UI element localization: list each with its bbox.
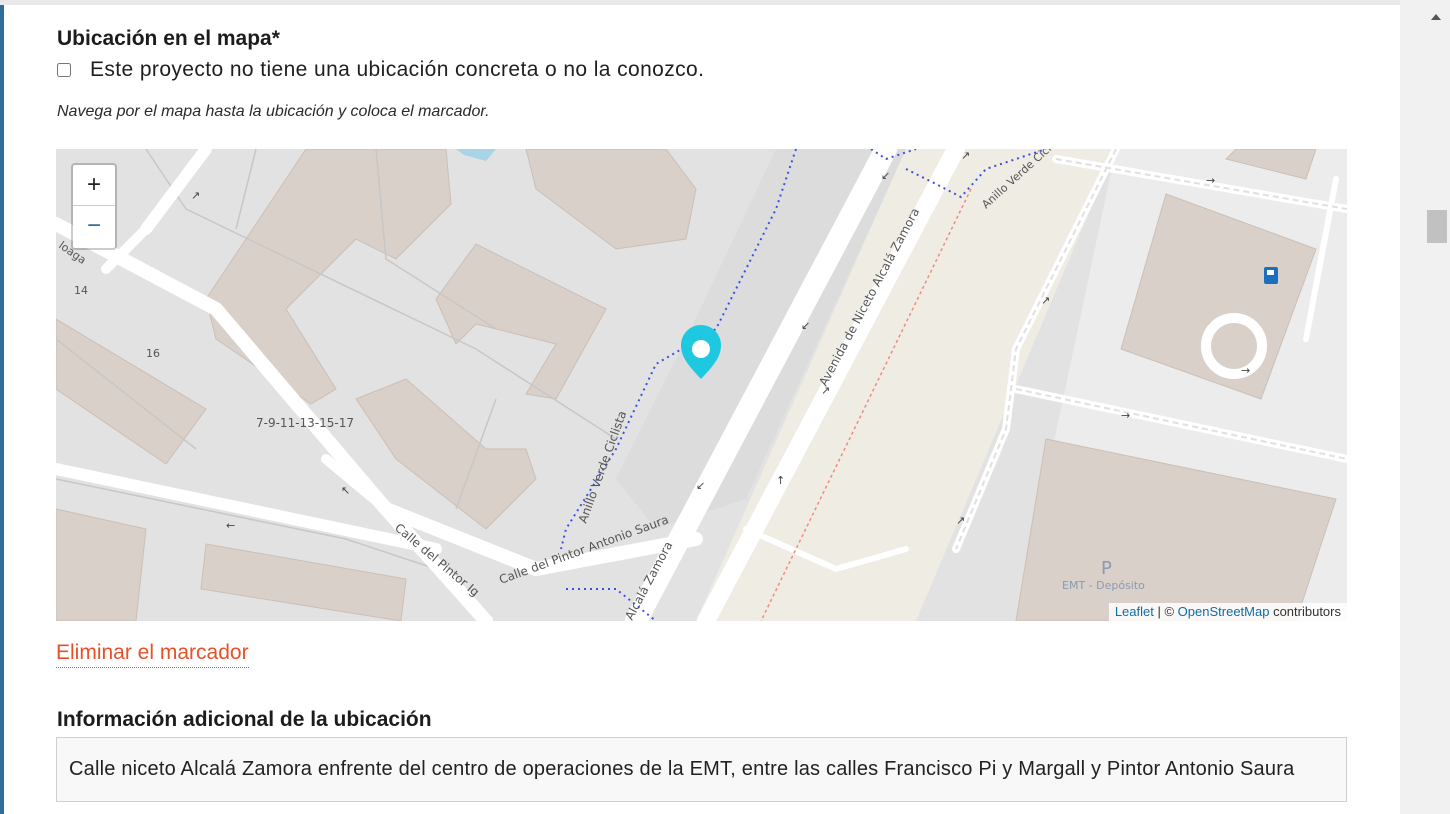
scroll-up-arrow-icon[interactable] [1431, 14, 1441, 20]
map-tiles[interactable]: ↗ ↙ ↗ ↙ ↗ ↙ ↑ ↗ ↗ → → → ↖ ← Avenida de N… [56, 149, 1347, 621]
no-location-checkbox[interactable] [57, 63, 71, 77]
svg-text:→: → [1241, 364, 1250, 377]
svg-text:↗: ↗ [191, 189, 200, 202]
leaflet-link[interactable]: Leaflet [1115, 604, 1154, 619]
additional-info-input[interactable] [56, 737, 1347, 802]
map[interactable]: ↗ ↙ ↗ ↙ ↗ ↙ ↑ ↗ ↗ → → → ↖ ← Avenida de N… [56, 149, 1347, 621]
svg-text:→: → [1121, 409, 1130, 422]
svg-text:↙: ↙ [881, 169, 890, 182]
label-16: 16 [146, 347, 160, 360]
left-accent-bar [0, 5, 4, 814]
scrollbar[interactable] [1400, 0, 1450, 814]
attribution-separator: | © [1153, 604, 1178, 619]
zoom-in-button[interactable]: + [73, 165, 115, 206]
top-divider [0, 0, 1400, 5]
label-numbers: 7-9-11-13-15-17 [256, 416, 354, 430]
scrollbar-thumb[interactable] [1427, 210, 1447, 243]
svg-text:↗: ↗ [956, 514, 965, 527]
map-attribution: Leaflet | © OpenStreetMap contributors [1108, 603, 1347, 621]
openstreetmap-link[interactable]: OpenStreetMap [1178, 604, 1270, 619]
zoom-out-button[interactable]: − [73, 206, 115, 246]
additional-info-label: Información adicional de la ubicación [57, 708, 432, 731]
svg-text:↗: ↗ [961, 149, 970, 162]
svg-text:←: ← [226, 519, 235, 532]
attribution-suffix: contributors [1269, 604, 1341, 619]
location-title: Ubicación en el mapa* [57, 27, 280, 50]
svg-text:↙: ↙ [801, 319, 810, 332]
fuel-station-icon [1264, 267, 1278, 284]
remove-marker-link[interactable]: Eliminar el marcador [56, 641, 249, 668]
svg-text:↑: ↑ [776, 474, 785, 487]
map-hint: Navega por el mapa hasta la ubicación y … [57, 103, 490, 120]
svg-text:→: → [1206, 174, 1215, 187]
no-location-checkbox-label[interactable]: Este proyecto no tiene una ubicación con… [90, 58, 704, 82]
label-14: 14 [74, 284, 88, 297]
svg-text:↙: ↙ [696, 479, 705, 492]
label-parking: P [1101, 558, 1112, 579]
zoom-control: + − [71, 163, 117, 250]
svg-text:↖: ↖ [341, 484, 350, 497]
svg-text:↗: ↗ [1041, 294, 1050, 307]
no-location-checkbox-row[interactable]: Este proyecto no tiene una ubicación con… [57, 58, 704, 82]
label-emt: EMT - Depósito [1062, 579, 1145, 592]
